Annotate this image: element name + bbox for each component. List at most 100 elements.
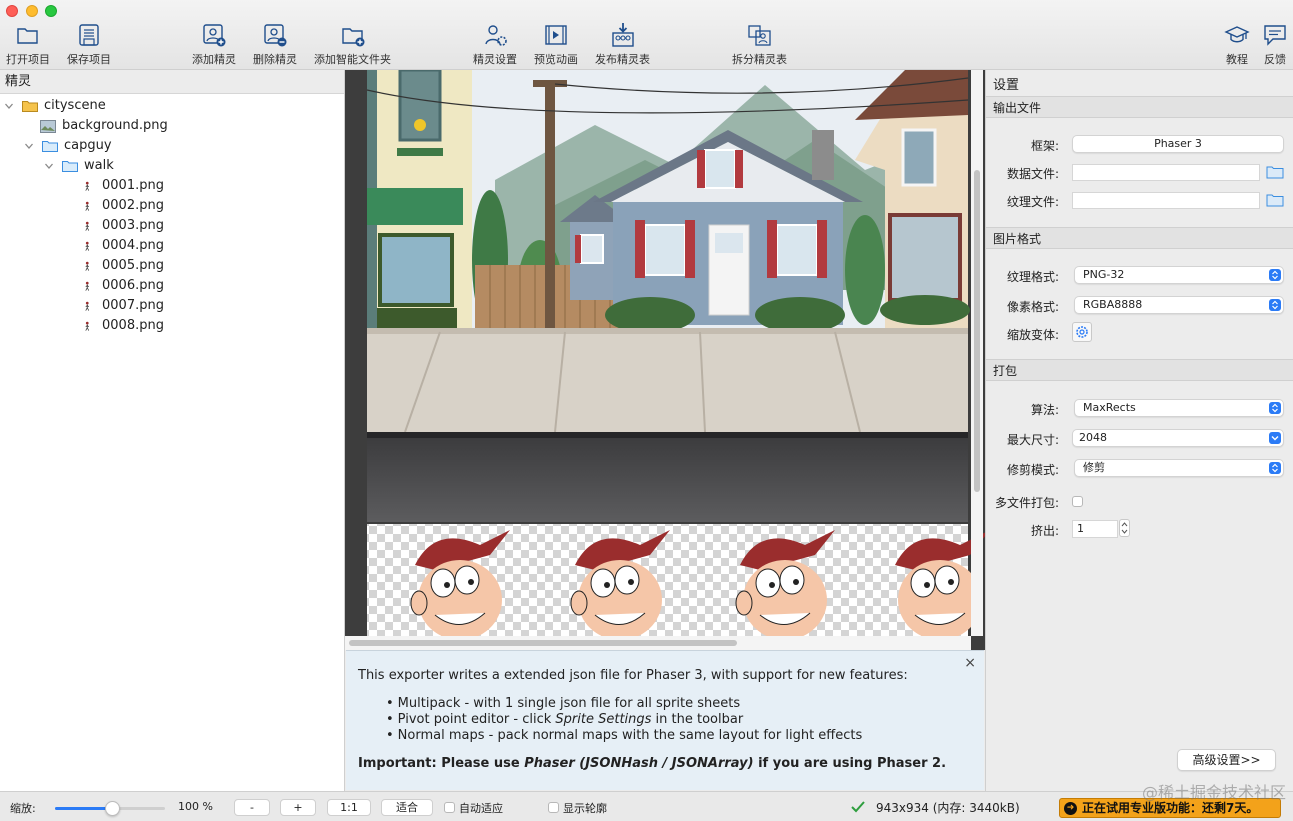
tree-item-label: background.png (62, 118, 168, 133)
walking-figure-icon (85, 221, 90, 231)
settings-title: 设置 (993, 78, 1020, 93)
extrude-field[interactable]: 1 (1072, 520, 1118, 538)
checkmark-icon (851, 801, 865, 813)
tree-item-frame[interactable]: 0004.png (82, 236, 164, 256)
walking-figure-icon (85, 321, 90, 331)
tree-item-frame[interactable]: 0006.png (82, 276, 164, 296)
trim-mode-select[interactable]: 修剪 (1074, 459, 1284, 477)
extrude-label: 挤出: (1030, 524, 1059, 538)
framework-button[interactable]: Phaser 3 (1072, 135, 1284, 153)
max-size-value: 2048 (1079, 431, 1107, 444)
packing-section: 打包 (986, 359, 1293, 381)
sprite-sheet-preview (366, 70, 985, 650)
zoom-out-button[interactable]: - (234, 799, 270, 816)
vertical-scroll-thumb[interactable] (974, 170, 980, 492)
texture-format-select[interactable]: PNG-32 (1074, 266, 1284, 284)
remove-sprite-button[interactable]: 删除精灵 (253, 22, 297, 67)
sheet-size-info: 943x934 (内存: 3440kB) (876, 801, 1020, 815)
feedback-button[interactable]: 反馈 (1262, 22, 1288, 67)
show-outline-checkbox[interactable] (548, 802, 559, 813)
tree-item-label: walk (84, 158, 114, 173)
preview-animation-button[interactable]: 预览动画 (534, 22, 578, 67)
open-project-button[interactable]: 打开项目 (6, 22, 50, 67)
close-icon[interactable]: × (964, 655, 976, 671)
max-size-combo[interactable]: 2048 (1072, 429, 1284, 447)
zoom-window-button[interactable] (45, 5, 57, 17)
multipack-checkbox[interactable] (1072, 496, 1083, 507)
tree-item-frame[interactable]: 0002.png (82, 196, 164, 216)
tree-item-frame[interactable]: 0008.png (82, 316, 164, 336)
close-window-button[interactable] (6, 5, 18, 17)
publish-sprite-sheet-button[interactable]: 发布精灵表 (595, 22, 650, 67)
folder-icon[interactable] (1266, 165, 1284, 179)
chevron-down-icon[interactable] (24, 141, 34, 151)
folder-open-icon (17, 28, 38, 44)
zoom-slider-knob[interactable] (105, 801, 121, 816)
film-play-icon (545, 25, 567, 45)
zoom-slider-fill (55, 807, 113, 810)
add-smart-folder-button[interactable]: 添加智能文件夹 (314, 22, 391, 67)
pixel-format-value: RGBA8888 (1083, 298, 1143, 311)
tree-item-frame[interactable]: 0003.png (82, 216, 164, 236)
framework-label: 框架: (1030, 139, 1059, 153)
tree-item-capguy[interactable]: capguy (24, 136, 112, 156)
data-file-field[interactable] (1072, 164, 1260, 181)
fit-button[interactable]: 适合 (381, 799, 433, 816)
save-project-button[interactable]: 保存项目 (67, 22, 111, 67)
stepper-arrows-icon (1121, 522, 1128, 534)
tutorial-button[interactable]: 教程 (1224, 22, 1250, 67)
chevron-down-icon (1269, 432, 1281, 444)
zoom-1-1-button[interactable]: 1:1 (327, 799, 371, 816)
tree-item-frame[interactable]: 0001.png (82, 176, 164, 196)
feedback-label: 反馈 (1264, 53, 1286, 66)
settings-panel: 设置 输出文件 框架: Phaser 3 数据文件: 纹理文件: 图片格式 纹理… (985, 70, 1293, 791)
pixel-format-select[interactable]: RGBA8888 (1074, 296, 1284, 314)
walking-figure-icon (85, 301, 90, 311)
auto-fit-checkbox[interactable] (444, 802, 455, 813)
sprites-panel-title: 精灵 (0, 70, 344, 94)
chevron-down-icon[interactable] (44, 161, 54, 171)
algorithm-select[interactable]: MaxRects (1074, 399, 1284, 417)
tree-item-label: 0003.png (102, 218, 164, 233)
sprite-settings-button[interactable]: 精灵设置 (473, 22, 517, 67)
split-sheet-icon (747, 25, 771, 46)
sprite-sheet-canvas[interactable] (345, 70, 985, 650)
add-sprite-button[interactable]: 添加精灵 (192, 22, 236, 67)
scale-variants-button[interactable] (1072, 322, 1092, 342)
folder-icon[interactable] (1266, 193, 1284, 207)
tree-item-cityscene[interactable]: cityscene (4, 96, 106, 116)
texture-file-label: 纹理文件: (1006, 195, 1059, 209)
info-bullet: Normal maps - pack normal maps with the … (386, 728, 863, 743)
canvas-vertical-scrollbar[interactable] (971, 70, 983, 636)
horizontal-scroll-thumb[interactable] (349, 640, 737, 646)
walking-figure-icon (85, 201, 90, 211)
trim-mode-value: 修剪 (1083, 461, 1105, 474)
advanced-settings-button[interactable]: 高级设置>> (1177, 749, 1276, 771)
texture-file-field[interactable] (1072, 192, 1260, 209)
extrude-stepper[interactable] (1119, 519, 1130, 537)
tree-item-background[interactable]: background.png (40, 116, 168, 136)
zoom-slider[interactable] (55, 801, 165, 816)
split-sprite-sheet-button[interactable]: 拆分精灵表 (732, 22, 787, 67)
zoom-in-button[interactable]: + (280, 799, 316, 816)
split-sprite-sheet-label: 拆分精灵表 (732, 53, 787, 66)
publish-icon (611, 23, 634, 47)
tree-item-label: 0007.png (102, 298, 164, 313)
tree-item-frame[interactable]: 0007.png (82, 296, 164, 316)
texture-format-value: PNG-32 (1083, 268, 1125, 281)
canvas-horizontal-scrollbar[interactable] (345, 636, 971, 650)
minimize-window-button[interactable] (26, 5, 38, 17)
zoom-value: 100 % (178, 800, 213, 813)
tree-item-walk[interactable]: walk (44, 156, 114, 176)
info-intro: This exporter writes a extended json fil… (358, 668, 908, 683)
tree-item-frame[interactable]: 0005.png (82, 256, 164, 276)
chat-bubble-icon (1264, 25, 1286, 46)
max-size-label: 最大尺寸: (1006, 433, 1059, 447)
tree-item-label: capguy (64, 138, 112, 153)
chevron-down-icon[interactable] (4, 101, 14, 111)
data-file-label: 数据文件: (1006, 167, 1059, 181)
zoom-label: 缩放: (10, 802, 36, 815)
info-bullet: Multipack - with 1 single json file for … (386, 696, 740, 711)
auto-fit-label: 自动适应 (459, 802, 503, 815)
folder-icon (42, 141, 58, 152)
